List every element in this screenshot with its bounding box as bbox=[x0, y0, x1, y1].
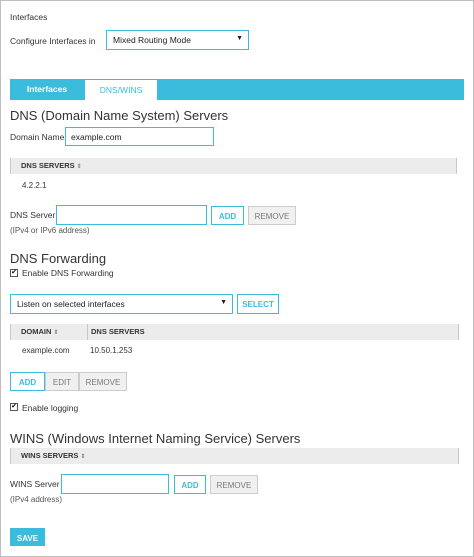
domain-name-label: Domain Name bbox=[10, 132, 65, 142]
dns-server-label: DNS Server bbox=[10, 210, 56, 220]
wins-servers-table-header: WINS SERVERS ⇕ bbox=[10, 448, 459, 464]
select-interfaces-button[interactable]: SELECT bbox=[237, 294, 279, 314]
checkmark-icon: ✔ bbox=[11, 403, 17, 410]
breadcrumb[interactable]: Interfaces bbox=[10, 12, 47, 22]
forwarding-dns-servers-column[interactable]: DNS SERVERS bbox=[91, 327, 145, 336]
forwarding-remove-button[interactable]: REMOVE bbox=[79, 372, 127, 391]
forwarding-server-cell: 10.50.1.253 bbox=[90, 346, 133, 355]
forwarding-table-row[interactable]: example.com 10.50.1.253 bbox=[10, 340, 459, 364]
dns-servers-column[interactable]: DNS SERVERS ⇕ bbox=[21, 161, 82, 170]
routing-mode-value: Mixed Routing Mode bbox=[113, 35, 191, 45]
dns-remove-button[interactable]: REMOVE bbox=[248, 206, 296, 225]
dns-forwarding-heading: DNS Forwarding bbox=[10, 251, 107, 266]
wins-servers-heading: WINS (Windows Internet Naming Service) S… bbox=[10, 431, 301, 446]
tab-bar: Interfaces DNS/WINS bbox=[10, 79, 464, 100]
wins-server-input[interactable] bbox=[61, 474, 169, 494]
configure-label: Configure Interfaces in bbox=[10, 36, 96, 46]
domain-column[interactable]: DOMAIN ⇕ bbox=[21, 327, 58, 336]
chevron-down-icon: ▼ bbox=[236, 35, 243, 42]
dns-server-row[interactable]: 4.2.2.1 bbox=[22, 181, 46, 190]
wins-servers-column[interactable]: WINS SERVERS ⇕ bbox=[21, 451, 85, 460]
wins-add-button[interactable]: ADD bbox=[174, 475, 206, 494]
save-button[interactable]: SAVE bbox=[10, 528, 45, 546]
checkmark-icon: ✔ bbox=[11, 269, 17, 276]
dns-servers-table-header: DNS SERVERS ⇕ bbox=[10, 158, 457, 174]
dns-add-button[interactable]: ADD bbox=[211, 206, 244, 225]
enable-logging-checkbox[interactable]: ✔ bbox=[10, 403, 18, 411]
wins-server-label: WINS Server bbox=[10, 479, 60, 489]
dns-server-hint: (IPv4 or IPv6 address) bbox=[10, 226, 90, 235]
forwarding-edit-button[interactable]: EDIT bbox=[45, 372, 79, 391]
dns-servers-heading: DNS (Domain Name System) Servers bbox=[10, 108, 229, 123]
enable-dns-forwarding-label: Enable DNS Forwarding bbox=[22, 268, 114, 278]
routing-mode-select[interactable]: Mixed Routing Mode ▼ bbox=[106, 30, 249, 50]
forwarding-domain-cell: example.com bbox=[22, 346, 70, 355]
dns-server-input[interactable] bbox=[56, 205, 207, 225]
sort-arrows-icon: ⇕ bbox=[53, 330, 59, 336]
listen-interfaces-select[interactable]: Listen on selected interfaces ▼ bbox=[10, 294, 233, 314]
forwarding-add-button[interactable]: ADD bbox=[10, 372, 45, 391]
listen-interfaces-value: Listen on selected interfaces bbox=[17, 299, 125, 309]
sort-arrows-icon: ⇕ bbox=[76, 164, 82, 170]
column-divider bbox=[87, 324, 88, 340]
tab-interfaces[interactable]: Interfaces bbox=[10, 79, 84, 100]
tab-dns-wins[interactable]: DNS/WINS bbox=[84, 79, 158, 100]
wins-server-hint: (IPv4 address) bbox=[10, 495, 63, 504]
forwarding-table-header: DOMAIN ⇕ DNS SERVERS bbox=[10, 324, 459, 340]
enable-logging-label: Enable logging bbox=[22, 403, 79, 413]
enable-dns-forwarding-checkbox[interactable]: ✔ bbox=[10, 269, 18, 277]
domain-name-input[interactable]: example.com bbox=[65, 127, 214, 146]
wins-remove-button[interactable]: REMOVE bbox=[210, 475, 258, 494]
sort-arrows-icon: ⇕ bbox=[80, 454, 86, 460]
chevron-down-icon: ▼ bbox=[220, 299, 227, 306]
